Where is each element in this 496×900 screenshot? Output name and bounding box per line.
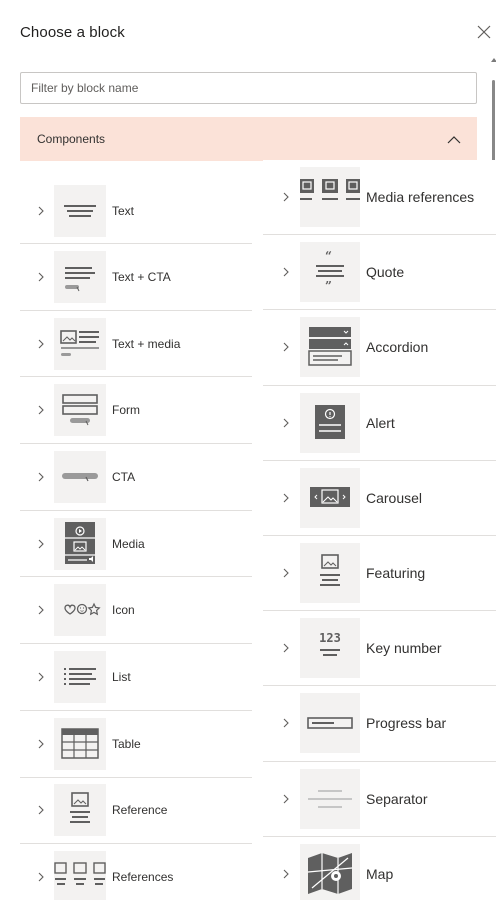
progress-bar-block-icon (300, 693, 360, 754)
block-label: Media references (366, 189, 475, 206)
block-item-alert[interactable]: Alert (263, 385, 496, 461)
block-label: Media (112, 536, 145, 551)
section-label: Components (37, 132, 106, 146)
panel-title: Choose a block (20, 24, 125, 41)
chevron-right-icon (36, 272, 46, 282)
chevron-right-icon (281, 493, 291, 503)
scroll-up-arrow[interactable] (491, 58, 496, 62)
block-item-key-number[interactable]: 123 Key number (263, 611, 496, 687)
chevron-up-icon (447, 135, 461, 143)
block-label: Carousel (366, 489, 423, 506)
chevron-right-icon (281, 568, 291, 578)
blocks-column-right: Media references “” Quote Accordion Aler… (263, 160, 496, 900)
references-block-icon (54, 851, 106, 900)
block-item-separator[interactable]: Separator (263, 761, 496, 837)
block-item-text-cta[interactable]: Text + CTA (20, 244, 252, 311)
blocks-column-left: Text Text + CTA Text + media Form CTA Me… (20, 178, 252, 900)
block-item-progress-bar[interactable]: Progress bar (263, 686, 496, 762)
svg-text:“: “ (325, 249, 332, 263)
carousel-block-icon (300, 467, 360, 528)
filter-input[interactable] (20, 72, 477, 104)
text-cta-block-icon (54, 250, 106, 303)
block-item-form[interactable]: Form (20, 377, 252, 445)
block-label: Form (112, 403, 140, 418)
cta-block-icon (54, 450, 106, 503)
block-item-media[interactable]: Media (20, 510, 252, 578)
close-icon (477, 25, 491, 39)
key-number-block-icon: 123 (300, 618, 360, 679)
block-label: Icon (112, 603, 135, 618)
chevron-right-icon (281, 267, 291, 277)
block-label: References (112, 870, 174, 885)
chevron-right-icon (281, 418, 291, 428)
block-label: Progress bar (366, 715, 447, 732)
key-number-icon-text: 123 (319, 631, 341, 645)
scrollbar-thumb[interactable] (492, 80, 495, 166)
block-label: Text (112, 203, 135, 218)
block-label: Separator (366, 790, 428, 807)
chevron-right-icon (36, 405, 46, 415)
chevron-right-icon (281, 342, 291, 352)
block-item-text[interactable]: Text (20, 178, 252, 244)
choose-block-panel: Choose a block Components Text Text + CT… (0, 0, 496, 900)
block-label: Alert (366, 414, 395, 431)
media-block-icon (54, 517, 106, 570)
block-item-cta[interactable]: CTA (20, 444, 252, 511)
block-item-list[interactable]: List (20, 644, 252, 711)
featuring-block-icon (300, 543, 360, 604)
alert-block-icon (300, 392, 360, 453)
text-media-block-icon (54, 317, 106, 370)
list-block-icon (54, 650, 106, 703)
chevron-right-icon (36, 206, 46, 216)
block-item-quote[interactable]: “” Quote (263, 235, 496, 311)
block-item-carousel[interactable]: Carousel (263, 460, 496, 536)
map-block-icon (300, 843, 360, 900)
block-label: Reference (112, 803, 168, 818)
chevron-right-icon (281, 794, 291, 804)
block-label: Map (366, 865, 394, 882)
separator-block-icon (300, 768, 360, 829)
block-item-references[interactable]: References (20, 844, 252, 900)
chevron-right-icon (36, 472, 46, 482)
block-item-text-media[interactable]: Text + media (20, 310, 252, 378)
block-item-table[interactable]: Table (20, 710, 252, 778)
block-item-map[interactable]: Map (263, 836, 496, 900)
block-item-accordion[interactable]: Accordion (263, 310, 496, 386)
chevron-right-icon (36, 539, 46, 549)
components-section-header[interactable]: Components (20, 117, 477, 161)
block-item-featuring[interactable]: Featuring (263, 535, 496, 612)
block-item-icon[interactable]: Icon (20, 577, 252, 645)
chevron-right-icon (281, 718, 291, 728)
text-block-icon (54, 184, 106, 237)
quote-block-icon: “” (300, 242, 360, 303)
accordion-block-icon (300, 317, 360, 378)
block-label: Text + media (112, 336, 181, 351)
icon-block-icon (54, 584, 106, 637)
block-label: List (112, 669, 131, 684)
block-item-media-references[interactable]: Media references (263, 160, 496, 236)
block-label: Accordion (366, 339, 429, 356)
chevron-right-icon (36, 605, 46, 615)
block-label: Featuring (366, 565, 426, 582)
block-label: Table (112, 736, 141, 751)
close-button[interactable] (472, 20, 496, 44)
chevron-right-icon (36, 805, 46, 815)
chevron-right-icon (36, 739, 46, 749)
chevron-right-icon (36, 872, 46, 882)
block-label: Text + CTA (112, 269, 171, 284)
table-block-icon (54, 717, 106, 770)
svg-text:”: ” (325, 279, 332, 293)
chevron-right-icon (281, 869, 291, 879)
block-item-reference[interactable]: Reference (20, 777, 252, 845)
chevron-right-icon (281, 643, 291, 653)
chevron-right-icon (281, 192, 291, 202)
chevron-right-icon (36, 672, 46, 682)
form-block-icon (54, 384, 106, 437)
block-label: Quote (366, 264, 405, 281)
chevron-right-icon (36, 339, 46, 349)
block-label: CTA (112, 469, 136, 484)
block-label: Key number (366, 640, 442, 657)
media-references-block-icon (300, 167, 360, 228)
reference-block-icon (54, 784, 106, 837)
